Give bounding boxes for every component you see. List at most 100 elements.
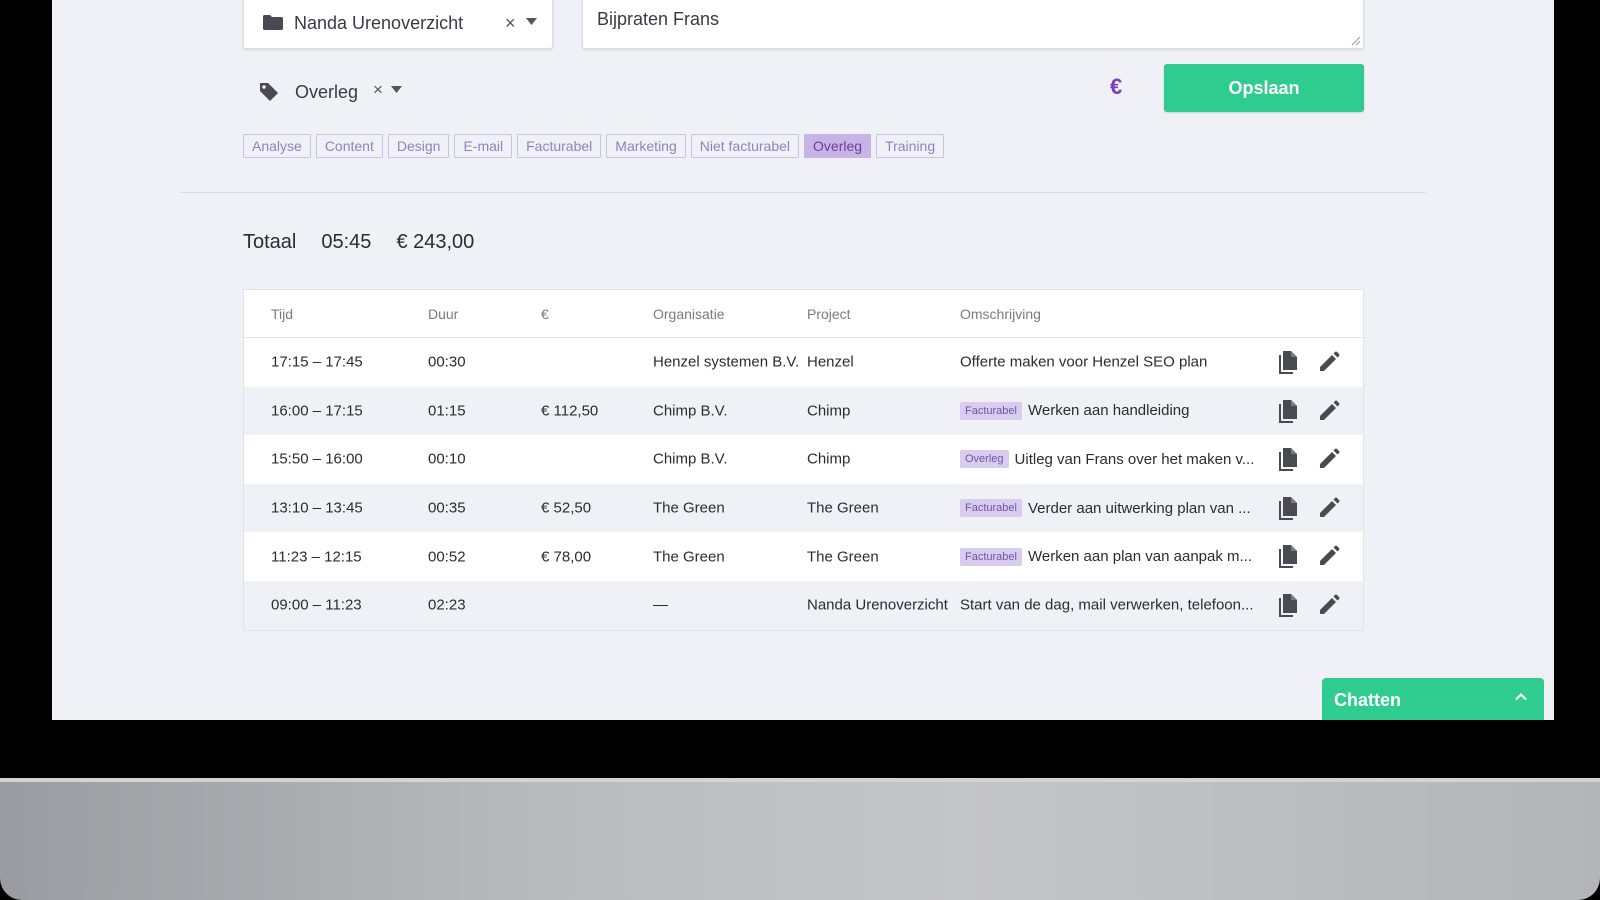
- tag-chip[interactable]: Marketing: [606, 134, 686, 158]
- table-row[interactable]: 09:00 – 11:23 02:23 — Nanda Urenoverzicht St…: [244, 580, 1363, 630]
- folder-icon: [263, 15, 283, 30]
- copy-icon[interactable]: [1276, 447, 1300, 473]
- tag-chip-list: Analyse Content Design E-mail Facturabel Mark…: [243, 134, 945, 158]
- tag-chip[interactable]: Design: [387, 134, 450, 158]
- cell-duration: 00:52: [428, 548, 466, 566]
- table-row[interactable]: 15:50 – 16:00 00:10 Chimp B.V. Chimp Overleg…: [244, 435, 1363, 484]
- cell-amount: € 52,50: [541, 499, 592, 517]
- cell-description: Facturabel Verder aan uitwerking plan van…: [960, 499, 1260, 518]
- tag-badge: Overleg: [960, 450, 1009, 469]
- cell-project: Nanda Urenoverzicht: [807, 596, 948, 614]
- resize-handle-icon[interactable]: [1351, 36, 1360, 45]
- billable-euro-toggle[interactable]: €: [1110, 74, 1122, 100]
- header-project: Project: [807, 305, 851, 322]
- time-entries-table: Tijd Duur € Organisatie Project Omschrij…: [243, 289, 1364, 631]
- tag-chip[interactable]: Analyse: [243, 134, 311, 158]
- project-clear-icon[interactable]: ×: [505, 13, 516, 34]
- totals-duration: 05:45: [321, 231, 372, 253]
- table-header: Tijd Duur € Organisatie Project Omschrij…: [244, 290, 1363, 338]
- pencil-icon[interactable]: [1318, 448, 1340, 470]
- cell-time: 09:00 – 11:23: [271, 596, 362, 614]
- copy-icon[interactable]: [1276, 496, 1300, 522]
- pencil-icon[interactable]: [1318, 351, 1340, 373]
- description-input[interactable]: Bijpraten Frans: [582, 0, 1364, 49]
- totals-amount: € 243,00: [396, 231, 475, 253]
- laptop-base: [0, 782, 1600, 900]
- table-row[interactable]: 16:00 – 17:15 01:15 € 112,50 Chimp B.V. Chim…: [244, 386, 1363, 436]
- cell-organisation: The Green: [653, 548, 725, 566]
- cell-organisation: Henzel systemen B.V.: [653, 353, 800, 371]
- cell-time: 17:15 – 17:45: [271, 353, 363, 371]
- tag-chip[interactable]: Facturabel: [517, 134, 602, 158]
- copy-icon[interactable]: [1276, 350, 1300, 376]
- cell-organisation: Chimp B.V.: [653, 450, 728, 468]
- cell-amount: € 78,00: [541, 548, 592, 566]
- description-text: Verder aan uitwerking plan van ...: [1027, 499, 1251, 517]
- project-select[interactable]: Nanda Urenoverzicht ×: [243, 0, 553, 49]
- cell-duration: 00:10: [428, 450, 466, 468]
- chat-widget[interactable]: Chatten: [1322, 678, 1544, 720]
- cell-organisation: Chimp B.V.: [653, 402, 728, 420]
- tag-chip[interactable]: Content: [315, 134, 383, 158]
- pencil-icon[interactable]: [1318, 497, 1340, 519]
- chevron-down-icon[interactable]: [391, 86, 402, 93]
- divider: [180, 192, 1426, 193]
- cell-project: The Green: [807, 548, 879, 566]
- cell-duration: 00:35: [428, 499, 466, 517]
- cell-organisation: The Green: [653, 499, 725, 517]
- tag-icon: [260, 83, 278, 101]
- cell-duration: 02:23: [428, 596, 466, 614]
- pencil-icon[interactable]: [1318, 545, 1340, 567]
- header-omschrijving: Omschrijving: [960, 305, 1041, 322]
- pencil-icon[interactable]: [1318, 400, 1340, 422]
- description-text: Start van de dag, mail verwerken, telefo…: [960, 596, 1254, 614]
- tag-clear-icon[interactable]: ×: [373, 80, 383, 100]
- copy-icon[interactable]: [1276, 544, 1300, 570]
- description-text: Offerte maken voor Henzel SEO plan: [960, 353, 1208, 371]
- header-duur: Duur: [428, 305, 459, 322]
- table-body: 17:15 – 17:45 00:30 Henzel systemen B.V. He…: [244, 338, 1363, 630]
- description-text: Werken aan handleiding: [1027, 402, 1190, 420]
- tag-badge: Facturabel: [960, 499, 1022, 518]
- table-row[interactable]: 17:15 – 17:45 00:30 Henzel systemen B.V. He…: [244, 338, 1363, 387]
- chevron-up-icon[interactable]: [1514, 692, 1528, 701]
- cell-amount: € 112,50: [541, 402, 599, 420]
- cell-time: 13:10 – 13:45: [271, 499, 363, 517]
- cell-time: 11:23 – 12:15: [271, 548, 362, 566]
- header-tijd: Tijd: [271, 305, 294, 322]
- cell-description: Overleg Uitleg van Frans over het maken v…: [960, 450, 1260, 469]
- cell-organisation: —: [653, 596, 668, 614]
- project-select-value: Nanda Urenoverzicht: [294, 13, 464, 33]
- pencil-icon[interactable]: [1318, 594, 1340, 616]
- table-row[interactable]: 13:10 – 13:45 00:35 € 52,50 The Green The Gr…: [244, 483, 1363, 533]
- tag-badge: Facturabel: [960, 401, 1022, 420]
- cell-duration: 01:15: [428, 402, 466, 420]
- cell-project: The Green: [807, 499, 879, 517]
- cell-duration: 00:30: [428, 353, 466, 371]
- cell-description: Facturabel Werken aan handleiding: [960, 401, 1260, 420]
- cell-project: Henzel: [807, 353, 854, 371]
- totals-label: Totaal: [243, 231, 297, 253]
- tag-chip[interactable]: Niet facturabel: [690, 134, 800, 158]
- description-value: Bijpraten Frans: [597, 9, 720, 29]
- copy-icon[interactable]: [1276, 399, 1300, 425]
- description-text: Uitleg van Frans over het maken v...: [1014, 450, 1255, 468]
- cell-description: Offerte maken voor Henzel SEO plan: [960, 354, 1260, 371]
- app-screen: Nanda Urenoverzicht × Bijpraten Frans Ov…: [52, 0, 1554, 720]
- chevron-down-icon[interactable]: [526, 18, 537, 25]
- cell-project: Chimp: [807, 450, 851, 468]
- cell-description: Start van de dag, mail verwerken, telefo…: [960, 597, 1260, 614]
- tag-chip[interactable]: Overleg: [804, 134, 872, 158]
- tag-chip[interactable]: E-mail: [454, 134, 513, 158]
- cell-project: Chimp: [807, 402, 851, 420]
- save-button[interactable]: Opslaan: [1164, 64, 1364, 112]
- cell-description: Facturabel Werken aan plan van aanpak m..…: [960, 547, 1260, 566]
- cell-time: 15:50 – 16:00: [271, 450, 363, 468]
- copy-icon[interactable]: [1276, 593, 1300, 619]
- description-text: Werken aan plan van aanpak m...: [1027, 548, 1253, 566]
- tag-badge: Facturabel: [960, 547, 1022, 566]
- table-row[interactable]: 11:23 – 12:15 00:52 € 78,00 The Green The Gr…: [244, 532, 1363, 581]
- totals: Totaal 05:45 € 243,00: [243, 231, 474, 254]
- header-organisatie: Organisatie: [653, 305, 725, 322]
- tag-chip[interactable]: Training: [876, 134, 945, 158]
